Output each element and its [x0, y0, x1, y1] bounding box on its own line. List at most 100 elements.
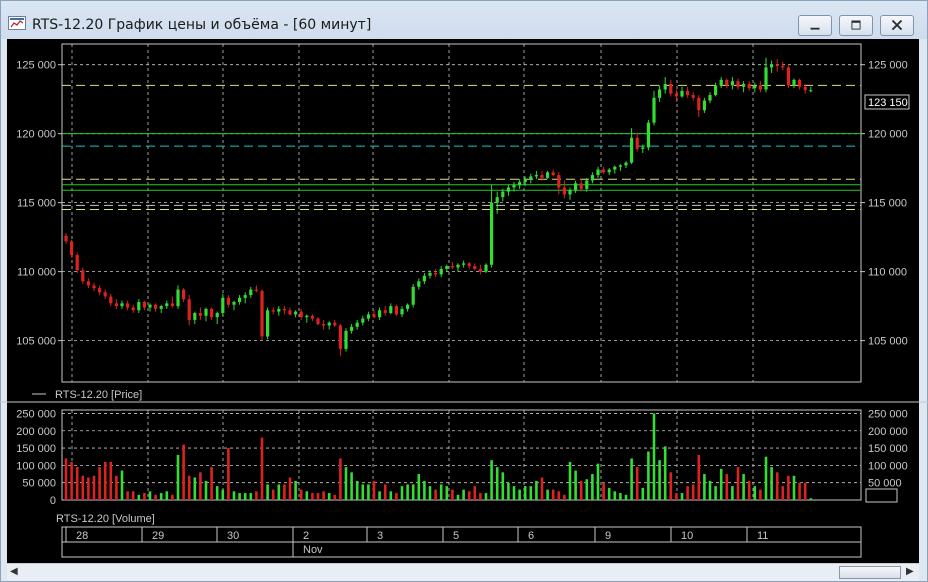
- volume-bar: [523, 486, 527, 500]
- candle-body: [775, 64, 779, 67]
- volume-bars: [64, 413, 813, 500]
- volume-bar: [305, 491, 309, 500]
- candle-body: [574, 183, 578, 191]
- volume-bar: [148, 491, 152, 500]
- volume-legend: RTS-12.20 [Volume]: [56, 513, 155, 525]
- volume-bar: [467, 491, 471, 500]
- date-label: 29: [152, 530, 164, 542]
- candle-body: [534, 175, 538, 177]
- volume-bar: [143, 493, 146, 500]
- candle-body: [165, 303, 169, 307]
- volume-bar: [635, 467, 639, 500]
- volume-tick-label-right: 150 000: [868, 443, 908, 455]
- volume-bar: [92, 475, 96, 500]
- volume-bar: [423, 480, 426, 500]
- candle-body: [450, 266, 454, 268]
- volume-bar: [372, 480, 376, 500]
- date-label: 6: [528, 530, 534, 542]
- volume-bar: [512, 486, 516, 500]
- candle-body: [322, 324, 326, 326]
- candle-body: [495, 197, 499, 203]
- candle-body: [557, 175, 561, 188]
- candle-body: [394, 306, 398, 315]
- volume-bar: [540, 477, 544, 500]
- volume-bar: [736, 467, 740, 500]
- candle-body: [327, 322, 331, 326]
- volume-bar: [98, 467, 101, 500]
- candle-body: [506, 187, 510, 192]
- candle-body: [299, 311, 303, 318]
- price-tick-label-right: 115 000: [868, 198, 907, 210]
- volume-bar: [176, 455, 180, 500]
- volume-bar: [159, 493, 163, 500]
- volume-tick-label-right: 200 000: [868, 426, 908, 438]
- candle-body: [719, 79, 723, 86]
- price-legend: RTS-12.20 [Price]: [55, 389, 142, 401]
- candle-body: [786, 67, 790, 86]
- candle-body: [159, 306, 163, 309]
- volume-bar: [579, 480, 583, 500]
- volume-bar: [316, 493, 320, 500]
- candle-body: [501, 191, 505, 198]
- candle-body: [540, 175, 544, 178]
- candle-body: [669, 84, 673, 94]
- volume-bar: [439, 484, 443, 500]
- candle-body: [411, 286, 415, 305]
- candle-body: [383, 310, 387, 314]
- volume-bar: [675, 493, 678, 500]
- volume-bar: [182, 444, 185, 500]
- price-tick-label-left: 105 000: [16, 336, 56, 348]
- price-volume-chart[interactable]: 125 000 125 000120 000 120 000115 000 115 0…: [0, 0, 928, 582]
- price-tick-label-left: 120 000: [16, 129, 56, 141]
- candle-body: [215, 313, 219, 318]
- candle-body: [714, 85, 718, 96]
- candle-body: [708, 95, 712, 101]
- date-label: 11: [757, 530, 768, 542]
- volume-bar: [602, 482, 605, 500]
- candle-body: [238, 297, 242, 302]
- candle-body: [294, 311, 298, 315]
- volume-bar: [518, 489, 521, 500]
- candle-body: [686, 90, 690, 96]
- volume-bar: [227, 448, 230, 500]
- volume-bar: [652, 413, 656, 500]
- volume-tick-label-left: 200 000: [16, 426, 56, 438]
- volume-bar: [647, 451, 650, 500]
- volume-bar: [529, 486, 533, 500]
- candle-body: [260, 290, 264, 337]
- candle-body: [439, 268, 443, 275]
- volume-bar: [255, 491, 258, 500]
- candle-body: [697, 97, 701, 111]
- volume-bar: [708, 480, 712, 500]
- candle-body: [652, 97, 656, 123]
- volume-bar: [154, 494, 157, 500]
- volume-bar: [434, 489, 437, 500]
- volume-bar: [87, 477, 90, 500]
- volume-bar: [641, 487, 645, 500]
- volume-bar: [568, 461, 572, 500]
- volume-bar: [232, 491, 236, 500]
- candle-body: [758, 85, 762, 90]
- volume-bar: [764, 456, 768, 500]
- volume-bar: [327, 493, 331, 500]
- candle-body: [277, 308, 281, 312]
- date-label: 9: [605, 530, 611, 542]
- volume-bar: [759, 489, 762, 500]
- date-label: 10: [681, 530, 693, 542]
- volume-bar: [719, 468, 723, 500]
- candle-body: [602, 169, 606, 173]
- volume-bar: [344, 467, 348, 500]
- volume-bar: [361, 484, 365, 500]
- price-tick-label-right: 125 000: [868, 60, 908, 72]
- volume-bar: [451, 489, 454, 500]
- candle-body: [809, 90, 813, 92]
- volume-bar: [686, 486, 689, 500]
- volume-bar: [803, 482, 807, 500]
- volume-bar: [725, 474, 729, 500]
- candle-body: [120, 303, 124, 307]
- candle-body: [792, 79, 796, 86]
- volume-bar: [266, 484, 269, 500]
- volume-bar: [456, 494, 460, 500]
- candle-body: [596, 169, 600, 176]
- candle-body: [81, 270, 85, 282]
